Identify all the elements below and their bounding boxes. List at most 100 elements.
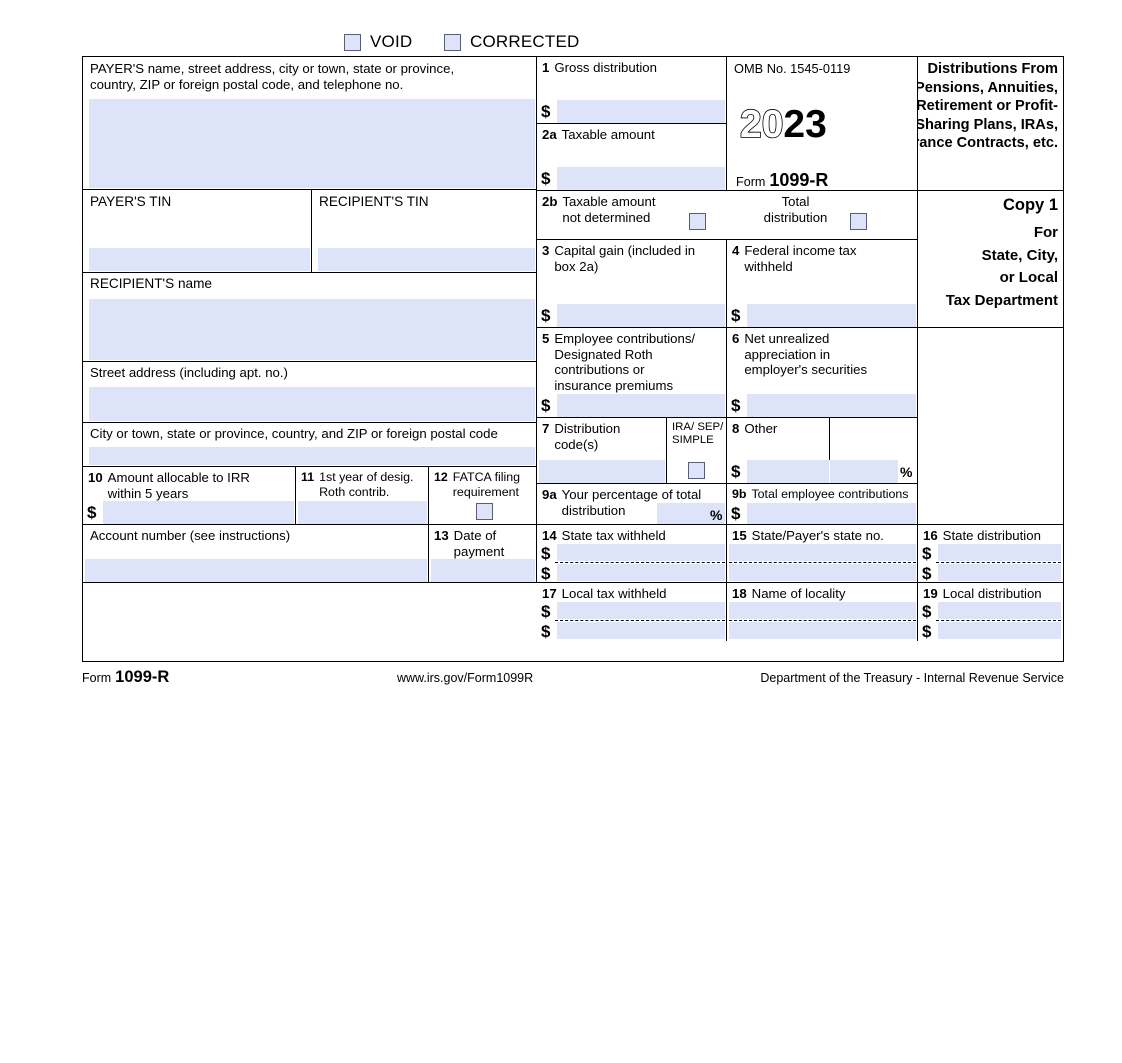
box-14-cell[interactable]: 14 State tax withheld $ $ xyxy=(537,525,727,583)
box-17-row-divider xyxy=(555,620,725,621)
box-3-input[interactable] xyxy=(557,304,725,327)
account-number-input[interactable] xyxy=(85,559,427,582)
box-19-number: 19 xyxy=(923,586,938,601)
box-12-cell[interactable]: 12 FATCA filing requirement xyxy=(429,467,537,525)
recipient-street-input[interactable] xyxy=(89,387,535,421)
box-8-amount-input[interactable] xyxy=(747,460,829,483)
box-2b-checkbox[interactable] xyxy=(689,213,706,230)
box-9a-number: 9a xyxy=(542,487,557,502)
treasury-agency-text: Department of the Treasury - Internal Re… xyxy=(760,671,1064,685)
recipient-city-input[interactable] xyxy=(89,447,535,465)
box-17-input-row1[interactable] xyxy=(557,602,725,619)
ira-sep-simple-cell[interactable]: IRA/ SEP/ SIMPLE xyxy=(667,418,727,484)
box-3-cell[interactable]: 3 Capital gain (included in box 2a) $ xyxy=(537,240,727,328)
corrected-checkbox-group[interactable]: CORRECTED xyxy=(444,32,579,52)
box-6-currency: $ xyxy=(731,396,741,415)
account-number-cell[interactable]: Account number (see instructions) xyxy=(83,525,429,583)
recipient-tin-input[interactable] xyxy=(318,248,535,271)
box-2a-number: 2a xyxy=(542,127,557,142)
box-6-cell[interactable]: 6 Net unrealized appreciation in employe… xyxy=(727,328,918,418)
box-18-input-row1[interactable] xyxy=(729,602,916,619)
box-13-cell[interactable]: 13 Date of payment xyxy=(429,525,537,583)
payer-name-block[interactable]: PAYER'S name, street address, city or to… xyxy=(83,57,537,190)
box-13-input[interactable] xyxy=(431,559,535,582)
recipient-name-input[interactable] xyxy=(89,299,535,360)
void-label: VOID xyxy=(370,32,413,51)
payer-tin-input[interactable] xyxy=(89,248,310,271)
box-10-number: 10 xyxy=(88,470,103,485)
box-10-cell[interactable]: 10 Amount allocable to IRR within 5 year… xyxy=(83,467,296,525)
box-5-cell[interactable]: 5 Employee contributions/ Designated Rot… xyxy=(537,328,727,418)
account-number-label: Account number (see instructions) xyxy=(90,528,291,543)
void-checkbox[interactable] xyxy=(344,33,361,51)
box-17-input-row2[interactable] xyxy=(557,622,725,639)
box-6-label: Net unrealized appreciation in employer'… xyxy=(744,331,868,377)
box-15-input-row2[interactable] xyxy=(729,564,916,581)
box-8-percent-input[interactable] xyxy=(830,460,898,483)
box-5-input[interactable] xyxy=(557,394,725,417)
box-19-cell[interactable]: 19 Local distribution $ $ xyxy=(918,583,1063,641)
box-16-currency-row1: $ xyxy=(922,544,932,563)
box-14-input-row1[interactable] xyxy=(557,544,725,561)
box-18-cell[interactable]: 18 Name of locality xyxy=(727,583,918,641)
box-2b-cell[interactable]: 2b Taxable amount not determined Total d… xyxy=(537,191,918,240)
box-1-currency: $ xyxy=(541,102,551,121)
box-2a-currency: $ xyxy=(541,169,551,188)
box-10-input[interactable] xyxy=(103,501,294,524)
corrected-checkbox[interactable] xyxy=(444,33,461,51)
ira-sep-simple-checkbox[interactable] xyxy=(688,462,705,479)
total-distribution-checkbox[interactable] xyxy=(850,213,867,230)
box-13-number: 13 xyxy=(434,528,449,543)
recipient-city-cell[interactable]: City or town, state or province, country… xyxy=(83,423,537,467)
box-2a-cell[interactable]: 2a Taxable amount $ xyxy=(537,124,727,191)
recipient-tin-cell[interactable]: RECIPIENT'S TIN xyxy=(312,190,537,273)
box-17-cell[interactable]: 17 Local tax withheld $ $ xyxy=(537,583,727,641)
box-15-number: 15 xyxy=(732,528,747,543)
box-11-input[interactable] xyxy=(298,501,427,524)
recipient-name-cell[interactable]: RECIPIENT'S name xyxy=(83,273,537,362)
box-14-number: 14 xyxy=(542,528,557,543)
box-15-cell[interactable]: 15 State/Payer's state no. xyxy=(727,525,918,583)
recipient-street-cell[interactable]: Street address (including apt. no.) xyxy=(83,362,537,423)
box-7-label: Distribution code(s) xyxy=(554,421,621,452)
box-7-input[interactable] xyxy=(539,460,665,483)
box-18-input-row2[interactable] xyxy=(729,622,916,639)
box-9b-cell[interactable]: 9b Total employee contributions $ xyxy=(727,484,918,525)
box-19-label: Local distribution xyxy=(942,586,1042,601)
box-10-currency: $ xyxy=(87,503,97,522)
box-9b-input[interactable] xyxy=(747,503,916,524)
box-10-label: Amount allocable to IRR within 5 years xyxy=(107,470,250,501)
box-2a-input[interactable] xyxy=(557,167,725,190)
void-checkbox-group[interactable]: VOID xyxy=(344,32,412,52)
box-6-input[interactable] xyxy=(747,394,916,417)
box-7-cell[interactable]: 7 Distribution code(s) xyxy=(537,418,667,484)
box-15-input-row1[interactable] xyxy=(729,544,916,561)
box-2a-label: Taxable amount xyxy=(561,127,655,142)
tax-year: 2023 xyxy=(739,103,827,146)
box-8-cell[interactable]: 8 Other $ % xyxy=(727,418,918,484)
irs-url[interactable]: www.irs.gov/Form1099R xyxy=(397,671,533,685)
corrected-label: CORRECTED xyxy=(470,32,580,51)
box-11-number: 11 xyxy=(301,470,315,484)
box-1-input[interactable] xyxy=(557,100,725,123)
box-2b-number: 2b xyxy=(542,194,558,209)
box-4-input[interactable] xyxy=(747,304,916,327)
form-word: Form xyxy=(736,175,766,189)
box-16-currency-row2: $ xyxy=(922,564,932,583)
payer-name-label: PAYER'S name, street address, city or to… xyxy=(90,61,455,92)
box-19-input-row2[interactable] xyxy=(938,622,1061,639)
box-11-cell[interactable]: 11 1st year of desig. Roth contrib. xyxy=(296,467,429,525)
box-8-number: 8 xyxy=(732,421,740,436)
box-16-input-row2[interactable] xyxy=(938,564,1061,581)
box-14-input-row2[interactable] xyxy=(557,564,725,581)
box-16-input-row1[interactable] xyxy=(938,544,1061,561)
box-4-cell[interactable]: 4 Federal income tax withheld $ xyxy=(727,240,918,328)
box-12-checkbox[interactable] xyxy=(476,503,493,520)
payer-name-input[interactable] xyxy=(89,99,535,188)
box-9a-cell[interactable]: 9a Your percentage of total distribution… xyxy=(537,484,727,525)
payer-tin-cell[interactable]: PAYER'S TIN xyxy=(83,190,312,273)
box-16-cell[interactable]: 16 State distribution $ $ xyxy=(918,525,1063,583)
tax-year-suffix: 23 xyxy=(783,103,827,146)
box-1-cell[interactable]: 1 Gross distribution $ xyxy=(537,57,727,124)
box-19-input-row1[interactable] xyxy=(938,602,1061,619)
